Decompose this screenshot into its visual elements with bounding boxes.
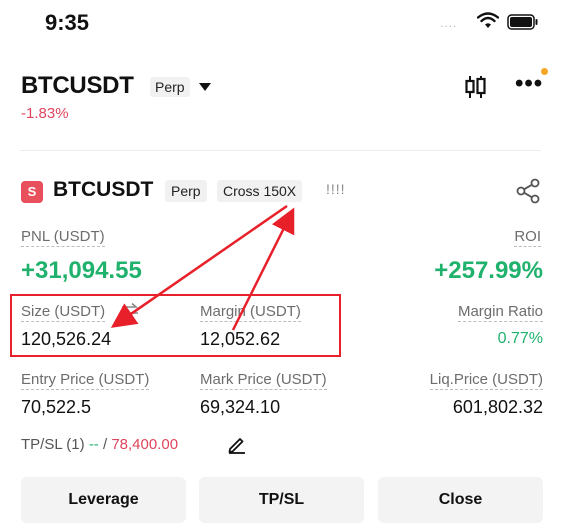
liq-price-label: Liq.Price (USDT) xyxy=(429,371,543,390)
pnl-value: +31,094.55 xyxy=(21,257,142,284)
tpsl-sl-value: 78,400.00 xyxy=(111,436,179,453)
entry-price-label: Entry Price (USDT) xyxy=(21,371,150,390)
margin-ratio-label: Margin Ratio xyxy=(457,303,543,322)
wifi-icon xyxy=(477,12,499,28)
margin-ratio-value: 0.77% xyxy=(497,330,543,347)
close-button[interactable]: Close xyxy=(378,477,543,523)
roi-label: ROI xyxy=(514,228,541,247)
side-badge: S xyxy=(21,181,43,203)
annotation-highlight-box xyxy=(10,294,341,357)
status-time: 9:35 xyxy=(45,10,90,35)
tpsl-button[interactable]: TP/SL xyxy=(199,477,364,523)
market-header: BTCUSDT Perp -1.83% ••• xyxy=(0,70,561,130)
divider xyxy=(20,150,541,151)
candlestick-icon[interactable] xyxy=(464,74,488,100)
leverage-button[interactable]: Leverage xyxy=(21,477,186,523)
tpsl-separator: / xyxy=(102,436,108,453)
tpsl-tp-value: -- xyxy=(88,436,99,453)
symbol-title[interactable]: BTCUSDT xyxy=(21,72,134,100)
position-contract-badge: Perp xyxy=(165,180,207,202)
signal-icon: .... xyxy=(440,16,458,30)
mark-price-value: 69,324.10 xyxy=(200,397,281,417)
battery-icon xyxy=(507,14,538,30)
roi-value: +257.99% xyxy=(434,257,543,284)
adl-indicator: !!!! xyxy=(326,181,346,197)
mark-price-label: Mark Price (USDT) xyxy=(200,371,327,390)
margin-mode-badge[interactable]: Cross 150X xyxy=(217,180,303,202)
tpsl-summary: TP/SL (1) -- / 78,400.00 xyxy=(21,436,178,453)
price-change: -1.83% xyxy=(21,105,69,122)
position-symbol: BTCUSDT xyxy=(53,178,154,201)
chevron-down-icon[interactable] xyxy=(199,83,211,91)
more-icon[interactable]: ••• xyxy=(515,72,543,96)
pencil-icon[interactable] xyxy=(227,434,247,454)
contract-type-badge: Perp xyxy=(150,77,190,97)
status-bar: 9:35 .... xyxy=(0,0,561,44)
liq-price-value: 601,802.32 xyxy=(452,397,543,417)
notification-dot xyxy=(541,68,548,75)
tpsl-prefix: TP/SL (1) xyxy=(21,436,85,453)
share-icon[interactable] xyxy=(515,178,541,204)
entry-price-value: 70,522.5 xyxy=(21,397,92,417)
pnl-label: PNL (USDT) xyxy=(21,228,105,247)
